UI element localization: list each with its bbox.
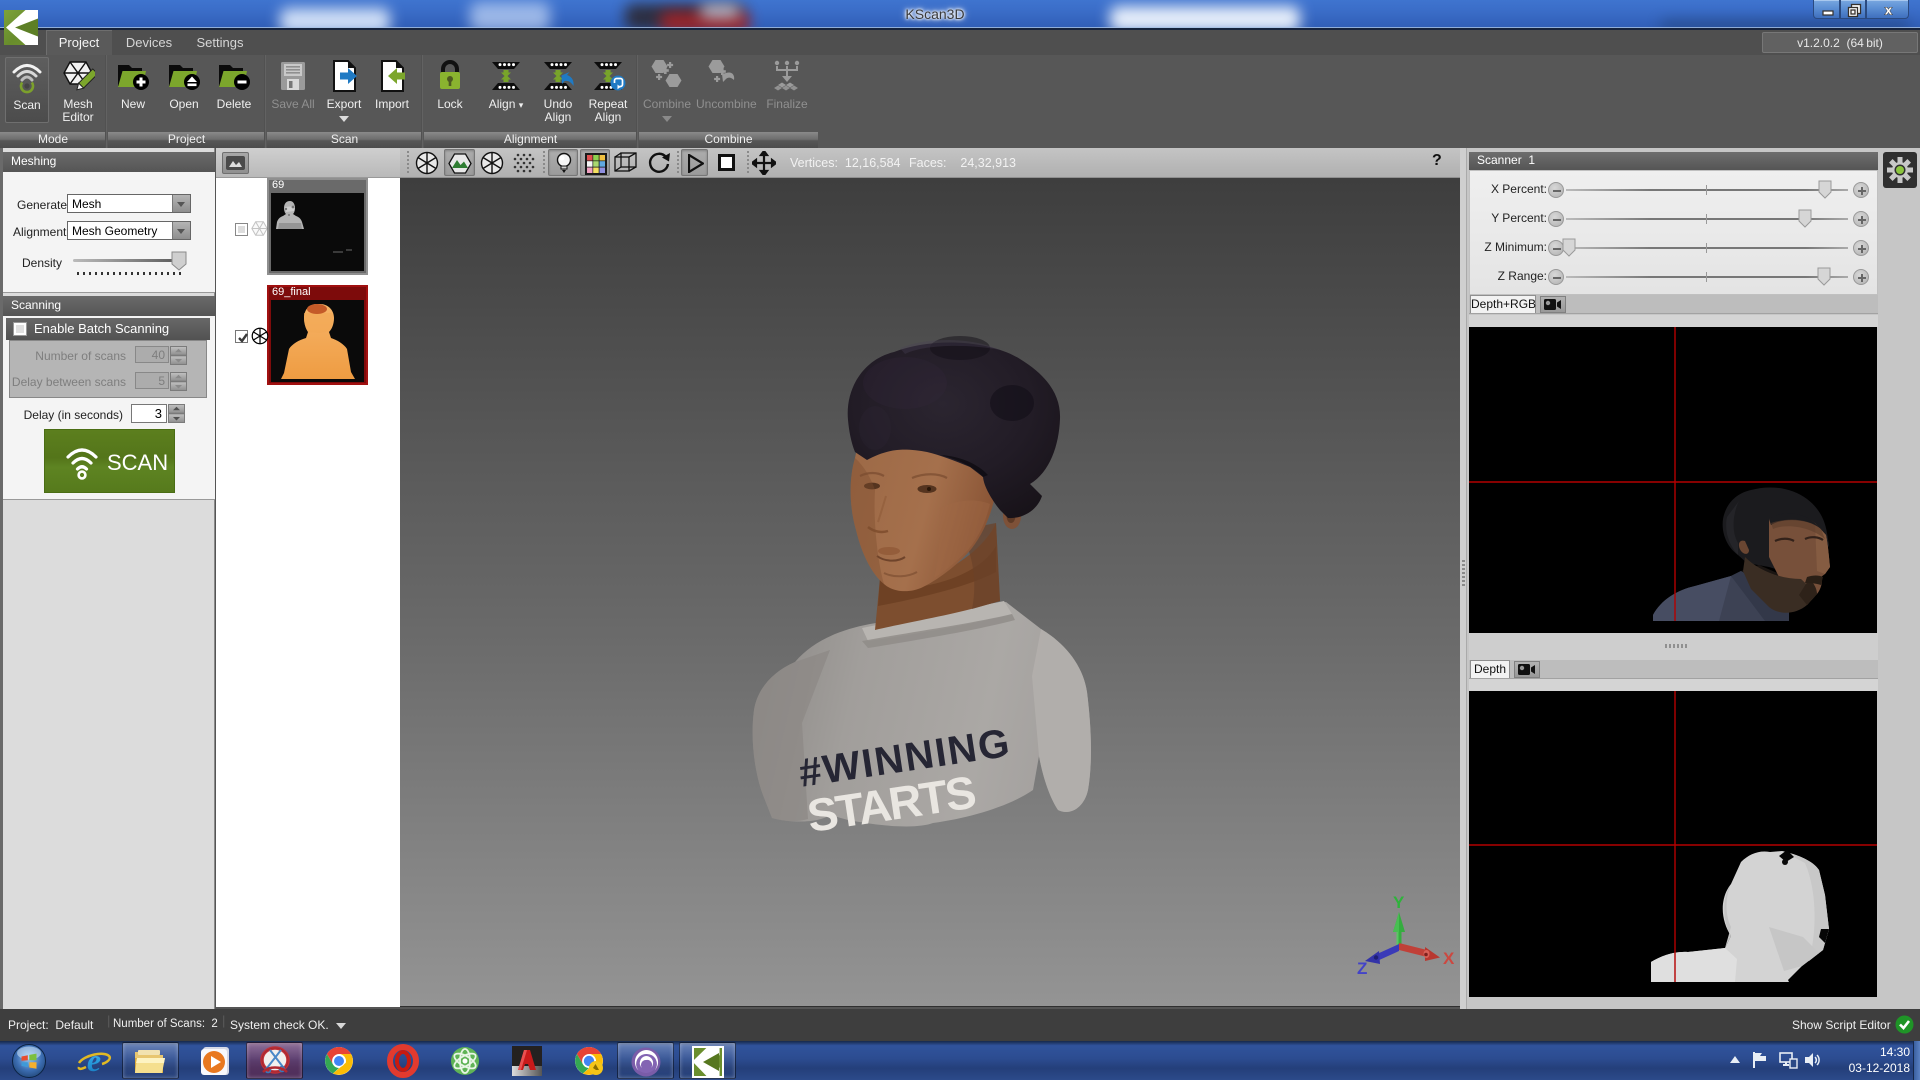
svg-text:x: x xyxy=(1885,3,1893,18)
svg-text:Z: Z xyxy=(1357,959,1367,978)
svg-text:X: X xyxy=(1443,949,1455,968)
svg-text:Y: Y xyxy=(1393,893,1405,912)
svg-text:e: e xyxy=(87,1043,101,1078)
